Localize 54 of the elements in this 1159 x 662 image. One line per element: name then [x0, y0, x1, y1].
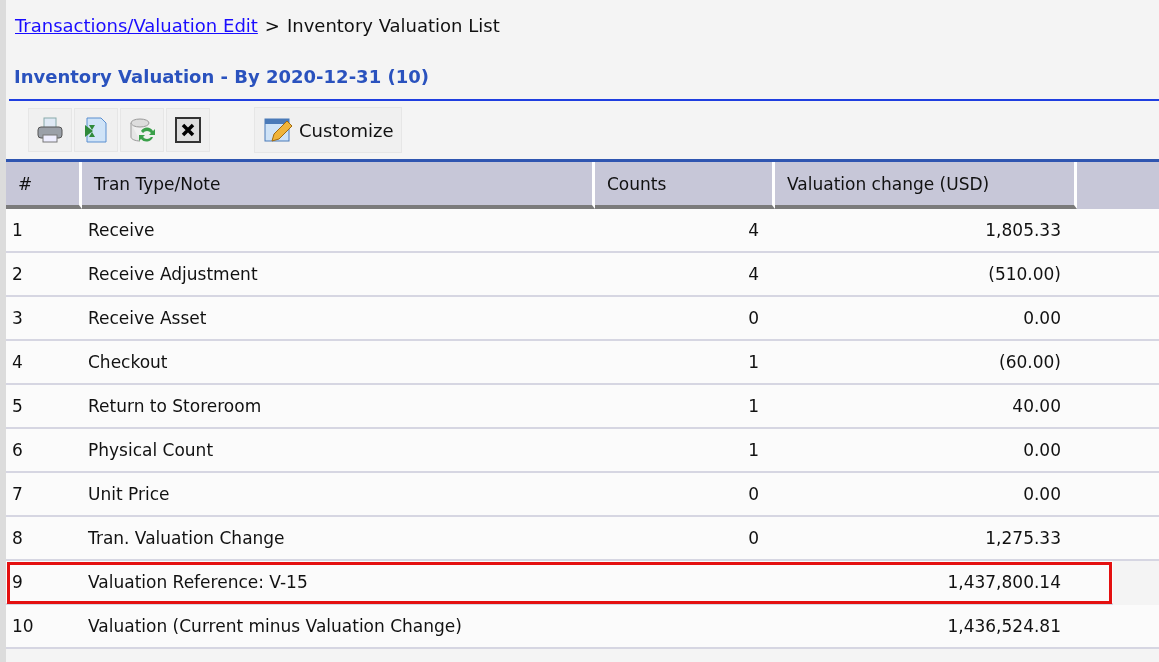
breadcrumb-current: Inventory Valuation List [286, 15, 500, 36]
column-header[interactable]: Valuation change (USD) [775, 162, 1077, 209]
table-cell-text: 7 [11, 483, 24, 506]
table-cell-text: (60.00) [998, 351, 1062, 374]
print-button[interactable] [28, 108, 72, 152]
table-cell-text: 40.00 [1011, 395, 1062, 418]
table-cell-text: 0 [747, 307, 760, 330]
table-cell-text: 0.00 [1022, 307, 1062, 330]
pencil-form-icon [263, 115, 293, 145]
table-cell-text: Unit Price [87, 483, 171, 506]
table-cell-text: 0.00 [1022, 439, 1062, 462]
table-cell-text: 3 [11, 307, 24, 330]
column-header[interactable]: Tran Type/Note [82, 162, 595, 209]
table-cell-text: 1 [747, 395, 760, 418]
close-icon [174, 116, 202, 144]
printer-icon [35, 115, 65, 145]
breadcrumb-link[interactable]: Transactions/Valuation Edit [15, 15, 258, 36]
refresh-icon [127, 115, 157, 145]
table-cell-text: 1 [11, 219, 24, 242]
table-cell-text: Return to Storeroom [87, 395, 263, 418]
customize-button[interactable]: Customize [254, 107, 403, 153]
breadcrumb-separator: > [264, 15, 280, 36]
table-cell-text: Receive [87, 219, 156, 242]
table-cell-text: 1,437,800.14 [946, 571, 1062, 594]
table-cell-text: 0 [747, 483, 760, 506]
table-cell-text: Tran. Valuation Change [87, 527, 286, 550]
table-cell-text: Valuation Reference: V-15 [87, 571, 309, 594]
table-cell-text: 4 [11, 351, 24, 374]
table-cell-text: 1 [747, 439, 760, 462]
table-cell-text: 1,805.33 [984, 219, 1062, 242]
table-cell-text: 0.00 [1022, 483, 1062, 506]
table-cell-text: 1,275.33 [984, 527, 1062, 550]
table-cell-text: 1,436,524.81 [946, 615, 1062, 638]
table-cell-text: Physical Count [87, 439, 215, 462]
column-header[interactable]: Counts [595, 162, 775, 209]
table-cell-text: 5 [11, 395, 24, 418]
export-excel-button[interactable] [74, 108, 118, 152]
table-cell-text: 2 [11, 263, 24, 286]
table-cell-text: Valuation (Current minus Valuation Change) [87, 615, 463, 638]
table-cell-text: 0 [747, 527, 760, 550]
table-cell-text: 1 [747, 351, 760, 374]
table-cell-text: 8 [11, 527, 24, 550]
table-cell-text: 4 [747, 263, 760, 286]
table-cell-text: 9 [11, 571, 24, 594]
close-button[interactable] [166, 108, 210, 152]
table-cell-text: Receive Asset [87, 307, 208, 330]
table-cell-text: Checkout [87, 351, 169, 374]
table-cell-text: 10 [11, 615, 35, 638]
table-cell-text: (510.00) [987, 263, 1062, 286]
page-title: Inventory Valuation - By 2020-12-31 (10) [9, 51, 1159, 101]
table-cell-text: Receive Adjustment [87, 263, 259, 286]
table-cell-text: 6 [11, 439, 24, 462]
column-header[interactable]: # [6, 162, 82, 209]
table-cell-text: 4 [747, 219, 760, 242]
